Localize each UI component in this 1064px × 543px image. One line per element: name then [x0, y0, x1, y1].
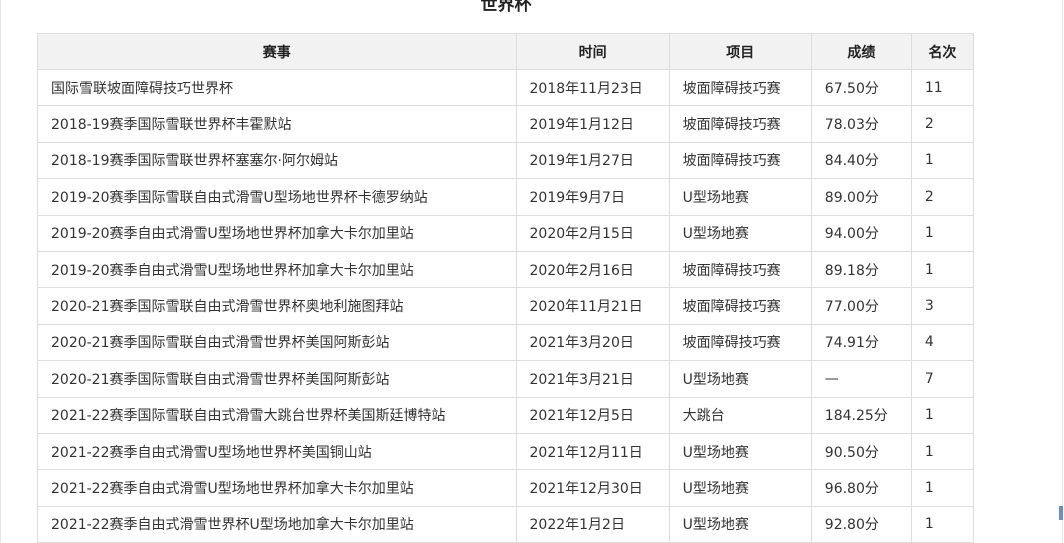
table-row: 2021-22赛季自由式滑雪世界杯U型场地加拿大卡尔加里站 2022年1月2日 U型… [37, 505, 975, 543]
cell-score: 184.25分 [810, 396, 912, 434]
cell-event: 2018-19赛季国际雪联世界杯塞塞尔·阿尔姆站 [37, 141, 517, 180]
cell-discipline: U型场地赛 [668, 178, 812, 216]
cell-discipline: 坡面障碍技巧赛 [668, 141, 812, 180]
cell-score: 78.03分 [810, 105, 912, 143]
cell-rank: 1 [910, 432, 975, 471]
cell-discipline: 坡面障碍技巧赛 [668, 68, 812, 107]
cell-discipline: U型场地赛 [668, 505, 812, 543]
cell-date: 2021年3月21日 [515, 360, 670, 398]
cell-rank: 1 [910, 469, 975, 507]
cell-date: 2022年1月2日 [515, 505, 670, 543]
cell-rank: 1 [910, 141, 975, 180]
cell-rank: 11 [910, 68, 975, 107]
cell-event: 2021-22赛季自由式滑雪U型场地世界杯加拿大卡尔加里站 [37, 469, 517, 507]
cell-date: 2021年3月20日 [515, 323, 670, 362]
cell-rank: 2 [910, 178, 975, 216]
cell-score: — [810, 360, 912, 398]
cell-score: 77.00分 [810, 287, 912, 325]
table-row: 2020-21赛季国际雪联自由式滑雪世界杯美国阿斯彭站 2021年3月20日 坡面障… [37, 323, 975, 362]
header-score: 成绩 [810, 33, 912, 70]
cell-discipline: 大跳台 [668, 396, 812, 434]
header-event: 赛事 [37, 33, 517, 70]
results-table: 赛事 时间 项目 成绩 名次 国际雪联坡面障碍技巧世界杯 2018年11月23日坡… [37, 33, 975, 543]
cell-score: 96.80分 [810, 469, 912, 507]
table-row: 2021-22赛季自由式滑雪U型场地世界杯加拿大卡尔加里站 2021年12月30日… [37, 469, 975, 507]
table-row: 2021-22赛季自由式滑雪U型场地世界杯美国铜山站 2021年12月11日 U型场… [37, 432, 975, 471]
table-header-row: 赛事 时间 项目 成绩 名次 [37, 33, 975, 70]
cell-event: 2020-21赛季国际雪联自由式滑雪世界杯美国阿斯彭站 [37, 360, 517, 398]
cell-date: 2021年12月5日 [515, 396, 670, 434]
cell-discipline: U型场地赛 [668, 432, 812, 471]
cell-rank: 1 [910, 396, 975, 434]
cell-date: 2021年12月11日 [515, 432, 670, 471]
cell-rank: 1 [910, 505, 975, 543]
cell-date: 2020年2月15日 [515, 214, 670, 252]
header-rank: 名次 [910, 33, 975, 70]
page: 世界杯 赛事 时间 项目 成绩 名次 国际雪联坡面障碍技巧世界杯 2018年11月… [0, 0, 1064, 543]
cell-rank: 1 [910, 250, 975, 289]
cell-date: 2020年11月21日 [515, 287, 670, 325]
scroll-edge-marker [1059, 506, 1063, 520]
table-row: 2019-20赛季自由式滑雪U型场地世界杯加拿大卡尔加里站 2020年2月15日 U… [37, 214, 975, 252]
cell-discipline: 坡面障碍技巧赛 [668, 250, 812, 289]
cell-score: 84.40分 [810, 141, 912, 180]
cell-score: 74.91分 [810, 323, 912, 362]
cell-date: 2019年1月27日 [515, 141, 670, 180]
table-row: 2020-21赛季国际雪联自由式滑雪世界杯美国阿斯彭站 2021年3月21日 U型场… [37, 360, 975, 398]
cell-score: 89.00分 [810, 178, 912, 216]
table-row: 国际雪联坡面障碍技巧世界杯 2018年11月23日 坡面障碍技巧赛 67.50分 11 [37, 68, 975, 107]
cell-event: 2019-20赛季自由式滑雪U型场地世界杯加拿大卡尔加里站 [37, 250, 517, 289]
cell-rank: 4 [910, 323, 975, 362]
cell-discipline: U型场地赛 [668, 214, 812, 252]
cell-rank: 7 [910, 360, 975, 398]
cell-score: 94.00分 [810, 214, 912, 252]
cell-rank: 3 [910, 287, 975, 325]
right-border [1062, 0, 1063, 543]
cell-date: 2019年9月7日 [515, 178, 670, 216]
table-body: 国际雪联坡面障碍技巧世界杯 2018年11月23日 坡面障碍技巧赛 67.50分 11 2… [37, 68, 975, 543]
cell-discipline: 坡面障碍技巧赛 [668, 287, 812, 325]
table-row: 2018-19赛季国际雪联世界杯塞塞尔·阿尔姆站 2019年1月27日 坡面障碍技巧… [37, 141, 975, 180]
cell-event: 2018-19赛季国际雪联世界杯丰霍默站 [37, 105, 517, 143]
table-row: 2019-20赛季国际雪联自由式滑雪U型场地世界杯卡德罗纳站 2019年9月7日 U… [37, 178, 975, 216]
table-row: 2021-22赛季国际雪联自由式滑雪大跳台世界杯美国斯廷博特站 2021年12月5… [37, 396, 975, 434]
table-row: 2018-19赛季国际雪联世界杯丰霍默站 2019年1月12日 坡面障碍技巧赛 78.… [37, 105, 975, 143]
cell-event: 2020-21赛季国际雪联自由式滑雪世界杯奥地利施图拜站 [37, 287, 517, 325]
cell-date: 2018年11月23日 [515, 68, 670, 107]
header-date: 时间 [515, 33, 670, 70]
cell-event: 2020-21赛季国际雪联自由式滑雪世界杯美国阿斯彭站 [37, 323, 517, 362]
cell-rank: 1 [910, 214, 975, 252]
cell-date: 2020年2月16日 [515, 250, 670, 289]
cell-rank: 2 [910, 105, 975, 143]
cell-score: 90.50分 [810, 432, 912, 471]
cell-event: 2019-20赛季国际雪联自由式滑雪U型场地世界杯卡德罗纳站 [37, 178, 517, 216]
cell-discipline: 坡面障碍技巧赛 [668, 105, 812, 143]
cell-event: 国际雪联坡面障碍技巧世界杯 [37, 68, 517, 107]
cell-event: 2021-22赛季自由式滑雪世界杯U型场地加拿大卡尔加里站 [37, 505, 517, 543]
cell-score: 67.50分 [810, 68, 912, 107]
header-discipline: 项目 [668, 33, 812, 70]
cell-discipline: U型场地赛 [668, 360, 812, 398]
cell-event: 2019-20赛季自由式滑雪U型场地世界杯加拿大卡尔加里站 [37, 214, 517, 252]
table-row: 2019-20赛季自由式滑雪U型场地世界杯加拿大卡尔加里站 2020年2月16日坡… [37, 250, 975, 289]
left-border [0, 0, 1, 543]
table-row: 2020-21赛季国际雪联自由式滑雪世界杯奥地利施图拜站 2020年11月21日坡… [37, 287, 975, 325]
cell-score: 92.80分 [810, 505, 912, 543]
section-title: 世界杯 [480, 0, 532, 15]
cell-date: 2019年1月12日 [515, 105, 670, 143]
cell-event: 2021-22赛季国际雪联自由式滑雪大跳台世界杯美国斯廷博特站 [37, 396, 517, 434]
cell-discipline: U型场地赛 [668, 469, 812, 507]
cell-discipline: 坡面障碍技巧赛 [668, 323, 812, 362]
cell-score: 89.18分 [810, 250, 912, 289]
cell-date: 2021年12月30日 [515, 469, 670, 507]
cell-event: 2021-22赛季自由式滑雪U型场地世界杯美国铜山站 [37, 432, 517, 471]
